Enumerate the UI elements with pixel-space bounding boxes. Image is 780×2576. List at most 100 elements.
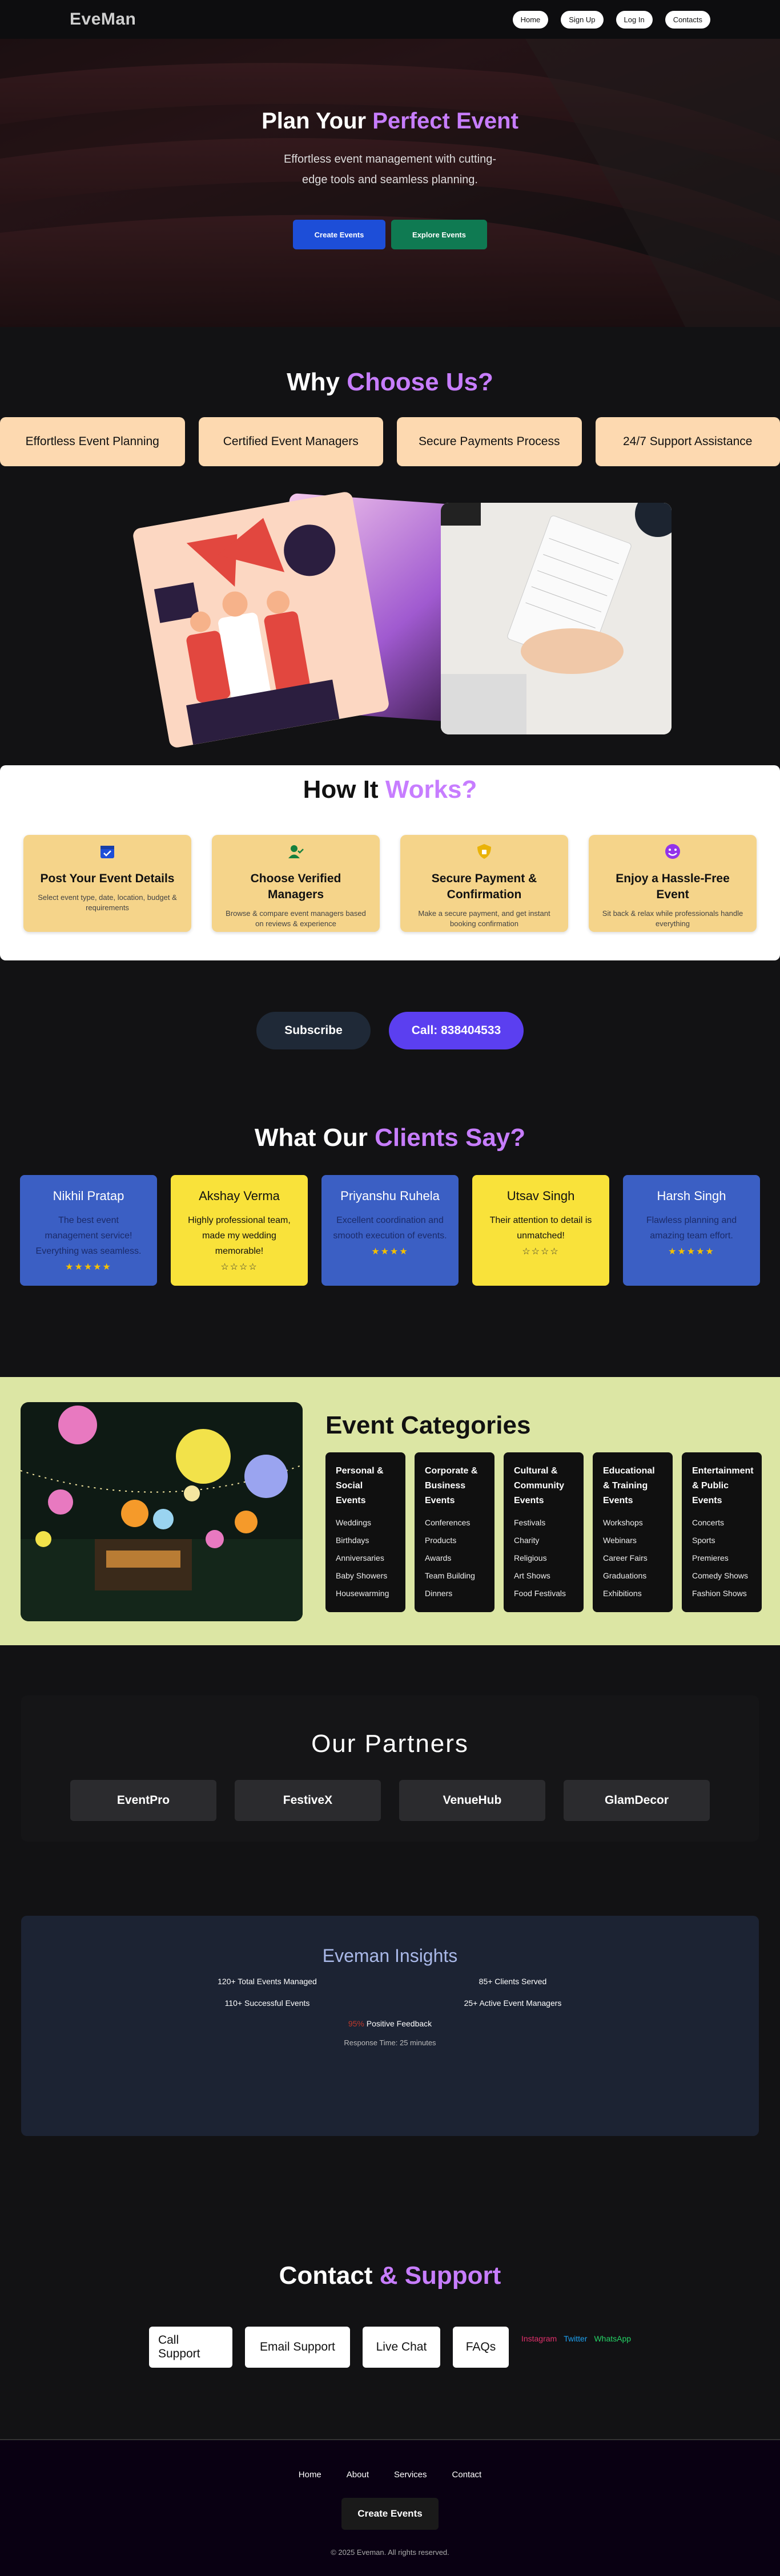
category-item[interactable]: Career Fairs xyxy=(603,1549,662,1567)
user-check-icon xyxy=(288,845,304,858)
category-item[interactable]: Festivals xyxy=(514,1514,573,1532)
category-item[interactable]: Religious xyxy=(514,1549,573,1567)
client-name: Utsav Singh xyxy=(506,1189,575,1203)
footer-link-services[interactable]: Services xyxy=(394,2470,427,2480)
category-item[interactable]: Webinars xyxy=(603,1532,662,1549)
footer-create-events-button[interactable]: Create Events xyxy=(341,2498,439,2530)
partner-item[interactable]: GlamDecor xyxy=(564,1780,710,1821)
hero-title-plain: Plan Your xyxy=(262,108,367,134)
how-title-accent: Works? xyxy=(385,776,477,804)
step-card: Choose Verified Managers Browse & compar… xyxy=(212,835,380,932)
nav-login-button[interactable]: Log In xyxy=(616,10,653,29)
footer-link-about[interactable]: About xyxy=(347,2470,369,2480)
partner-item[interactable]: EventPro xyxy=(70,1780,216,1821)
contact-title-accent: & Support xyxy=(379,2262,501,2290)
how-title-plain: How It xyxy=(303,776,379,804)
smile-icon xyxy=(665,844,680,859)
category-item[interactable]: Baby Showers xyxy=(336,1567,395,1585)
client-quote: Flawless planning and amazing team effor… xyxy=(646,1216,737,1241)
client-quote: Excellent coordination and smooth execut… xyxy=(333,1216,447,1241)
category-column: Personal & Social Events Weddings Birthd… xyxy=(325,1452,405,1612)
category-item[interactable]: Charity xyxy=(514,1532,573,1549)
client-quote: Highly professional team, made my weddin… xyxy=(188,1216,291,1256)
category-title: Personal & Social Events xyxy=(336,1466,384,1505)
stat-item: 120+ Total Events Managed xyxy=(218,1977,317,1986)
category-column: Cultural & Community Events Festivals Ch… xyxy=(504,1452,584,1612)
step-desc: Make a secure payment, and get instant b… xyxy=(418,909,550,928)
call-button[interactable]: Call: 838404533 xyxy=(389,1012,524,1049)
contact-section: Contact & Support Call Support Email Sup… xyxy=(0,2262,780,2368)
why-choose-us-section: Why Choose Us? Effortless Event Planning… xyxy=(0,327,780,765)
category-list: Concerts Sports Premieres Comedy Shows F… xyxy=(692,1514,751,1602)
category-item[interactable]: Products xyxy=(425,1532,484,1549)
category-item[interactable]: Birthdays xyxy=(336,1532,395,1549)
hero-title: Plan Your Perfect Event xyxy=(0,108,780,134)
live-chat-button[interactable]: Live Chat xyxy=(362,2327,440,2368)
hero-section: Plan Your Perfect Event Effortless event… xyxy=(0,39,780,327)
star-rating: ★★★★★ xyxy=(65,1262,112,1272)
category-item[interactable]: Workshops xyxy=(603,1514,662,1532)
create-events-button[interactable]: Create Events xyxy=(293,220,385,249)
twitter-link[interactable]: Twitter xyxy=(564,2334,587,2343)
client-name: Akshay Verma xyxy=(199,1189,280,1203)
category-item[interactable]: Anniversaries xyxy=(336,1549,395,1567)
category-item[interactable]: Food Festivals xyxy=(514,1585,573,1602)
footer-link-home[interactable]: Home xyxy=(299,2470,321,2480)
footer-link-contact[interactable]: Contact xyxy=(452,2470,482,2480)
step-title: Post Your Event Details xyxy=(40,872,175,885)
category-item[interactable]: Comedy Shows xyxy=(692,1567,751,1585)
category-item[interactable]: Awards xyxy=(425,1549,484,1567)
category-title: Educational & Training Events xyxy=(603,1466,655,1505)
contact-buttons: Call Support Email Support Live Chat FAQ… xyxy=(0,2327,780,2368)
hero-content: Plan Your Perfect Event Effortless event… xyxy=(0,108,780,249)
step-desc: Sit back & relax while professionals han… xyxy=(602,909,743,928)
why-title-plain: Why xyxy=(287,368,340,396)
event-categories-section: Event Categories Personal & Social Event… xyxy=(0,1377,780,1645)
why-card: Secure Payments Process xyxy=(397,417,582,466)
category-item[interactable]: Team Building xyxy=(425,1567,484,1585)
category-item[interactable]: Exhibitions xyxy=(603,1585,662,1602)
category-item[interactable]: Premieres xyxy=(692,1549,751,1567)
testimonials-section: What Our Clients Say? Nikhil Pratap The … xyxy=(0,1124,780,1286)
email-support-button[interactable]: Email Support xyxy=(244,2327,350,2368)
instagram-link[interactable]: Instagram xyxy=(521,2334,557,2343)
brand-logo[interactable]: EveMan xyxy=(70,10,136,29)
faqs-button[interactable]: FAQs xyxy=(452,2327,509,2368)
category-item[interactable]: Concerts xyxy=(692,1514,751,1532)
subscribe-button[interactable]: Subscribe xyxy=(256,1012,371,1049)
why-card: Effortless Event Planning xyxy=(0,417,185,466)
partner-item[interactable]: VenueHub xyxy=(399,1780,545,1821)
footer-links: Home About Services Contact xyxy=(0,2470,780,2480)
category-item[interactable]: Conferences xyxy=(425,1514,484,1532)
nav-home-button[interactable]: Home xyxy=(512,10,549,29)
category-item[interactable]: Housewarming xyxy=(336,1585,395,1602)
lanterns-image xyxy=(21,1402,303,1621)
nav-contacts-button[interactable]: Contacts xyxy=(665,10,710,29)
category-item[interactable]: Sports xyxy=(692,1532,751,1549)
whatsapp-link[interactable]: WhatsApp xyxy=(594,2334,631,2343)
how-it-works-section: How It Works? Post Your Event Details Se… xyxy=(0,765,780,960)
stat-item: 110+ Successful Events xyxy=(224,1998,310,2008)
category-item[interactable]: Graduations xyxy=(603,1567,662,1585)
top-navbar: EveMan Home Sign Up Log In Contacts xyxy=(0,0,780,39)
explore-events-button[interactable]: Explore Events xyxy=(391,220,487,249)
testimonial-card: Akshay Verma Highly professional team, m… xyxy=(171,1175,308,1286)
category-item[interactable]: Weddings xyxy=(336,1514,395,1532)
stat-item: 85+ Clients Served xyxy=(479,1977,547,1986)
partner-item[interactable]: FestiveX xyxy=(235,1780,381,1821)
celebration-illustration xyxy=(132,491,390,749)
partner-list: EventPro FestiveX VenueHub GlamDecor xyxy=(21,1780,759,1821)
category-item[interactable]: Fashion Shows xyxy=(692,1585,751,1602)
hero-subtitle: Effortless event management with cutting… xyxy=(283,153,497,186)
testimonial-card: Nikhil Pratap The best event management … xyxy=(20,1175,157,1286)
step-card: Enjoy a Hassle-Free Event Sit back & rel… xyxy=(589,835,757,932)
call-support-button[interactable]: Call Support xyxy=(148,2327,232,2368)
category-item[interactable]: Art Shows xyxy=(514,1567,573,1585)
response-time: Response Time: 25 minutes xyxy=(344,2038,436,2047)
insights-stats: 120+ Total Events Managed 85+ Clients Se… xyxy=(144,1977,636,2008)
step-desc: Select event type, date, location, budge… xyxy=(38,893,177,912)
clients-title-plain: What Our xyxy=(254,1124,368,1152)
nav-signup-button[interactable]: Sign Up xyxy=(561,10,604,29)
category-item[interactable]: Dinners xyxy=(425,1585,484,1602)
copyright: © 2025 Eveman. All rights reserved. xyxy=(331,2548,449,2557)
